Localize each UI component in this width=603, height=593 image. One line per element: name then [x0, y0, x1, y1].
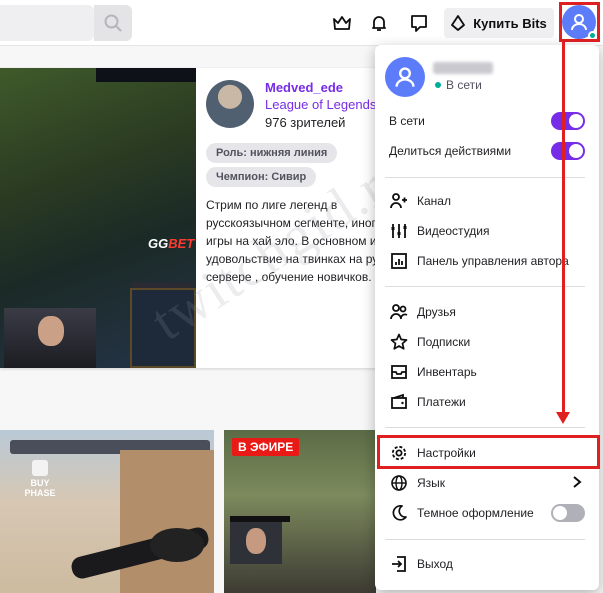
divider	[385, 427, 585, 428]
menu-item-inventory[interactable]: Инвентарь	[389, 358, 599, 386]
studio-icon	[391, 224, 407, 238]
menu-item-channel[interactable]: Канал	[389, 187, 599, 215]
blurred-username	[433, 62, 493, 74]
share-activity-toggle[interactable]	[551, 142, 585, 160]
moon-icon	[392, 504, 407, 521]
menu-item-friends[interactable]: Друзья	[389, 298, 599, 326]
inventory-icon	[391, 365, 407, 379]
stream-thumbnail[interactable]: В ЭФИРЕ	[224, 430, 376, 593]
dark-theme-toggle[interactable]	[551, 504, 585, 522]
globe-icon	[391, 475, 407, 491]
avatar-icon	[395, 67, 415, 87]
game-link[interactable]: League of Legends	[265, 97, 376, 112]
streamer-name-link[interactable]: Medved_ede	[265, 80, 343, 95]
search-icon	[104, 14, 122, 32]
dark-theme-row[interactable]: Темное оформление	[389, 499, 585, 527]
menu-item-subscriptions[interactable]: Подписки	[389, 328, 599, 356]
divider	[385, 286, 585, 287]
whispers-icon	[411, 15, 427, 32]
channel-icon	[390, 193, 407, 209]
menu-item-video-studio[interactable]: Видеостудия	[389, 217, 599, 245]
user-dropdown-menu: В сети В сети Делиться действиями Канал …	[375, 45, 599, 590]
live-badge: В ЭФИРЕ	[232, 438, 300, 456]
toggle-share-activity-row[interactable]: Делиться действиями	[389, 137, 585, 165]
avatar-highlight-frame	[559, 2, 600, 42]
chevron-right-icon	[573, 476, 582, 488]
webcam-overlay	[4, 308, 96, 368]
menu-item-creator-dashboard[interactable]: Панель управления автора	[389, 247, 599, 275]
online-toggle[interactable]	[551, 112, 585, 130]
tag-champion[interactable]: Чемпион: Сивир	[206, 167, 317, 187]
search-input[interactable]	[0, 5, 94, 41]
whispers-button[interactable]	[407, 11, 431, 35]
divider	[385, 539, 585, 540]
tag-role[interactable]: Роль: нижняя линия	[206, 143, 338, 163]
get-bits-label: Купить Bits	[473, 15, 547, 31]
dashboard-icon	[391, 253, 407, 269]
star-icon	[390, 333, 408, 350]
settings-highlight-frame	[377, 435, 600, 469]
streamer-avatar[interactable]	[206, 80, 254, 128]
stream-thumbnail[interactable]: BUY PHASE	[0, 430, 214, 593]
menu-avatar	[385, 57, 425, 97]
bits-icon	[451, 15, 466, 31]
get-bits-button[interactable]: Купить Bits	[444, 8, 554, 38]
menu-item-logout[interactable]: Выход	[389, 550, 599, 578]
friends-icon	[390, 304, 408, 320]
sponsor-logo: GGBET	[148, 236, 195, 251]
viewer-count: 976 зрителей	[265, 115, 346, 130]
annotation-arrow-head	[556, 412, 570, 424]
menu-item-language[interactable]: Язык	[389, 469, 599, 497]
game-hud	[96, 68, 196, 82]
search-button[interactable]	[94, 5, 132, 41]
top-nav: Купить Bits	[0, 0, 603, 46]
buy-phase-label: BUY PHASE	[16, 460, 64, 498]
online-status: В сети	[435, 78, 482, 92]
toggle-online-row[interactable]: В сети	[389, 107, 585, 135]
webcam-overlay	[230, 522, 282, 564]
annotation-arrow	[562, 42, 565, 414]
wallet-icon	[391, 393, 407, 409]
divider	[385, 177, 585, 178]
notifications-button[interactable]	[367, 11, 391, 35]
bell-icon	[372, 16, 386, 31]
prime-crown-button[interactable]	[330, 11, 354, 35]
logout-icon	[392, 556, 406, 572]
crown-icon	[333, 16, 351, 30]
